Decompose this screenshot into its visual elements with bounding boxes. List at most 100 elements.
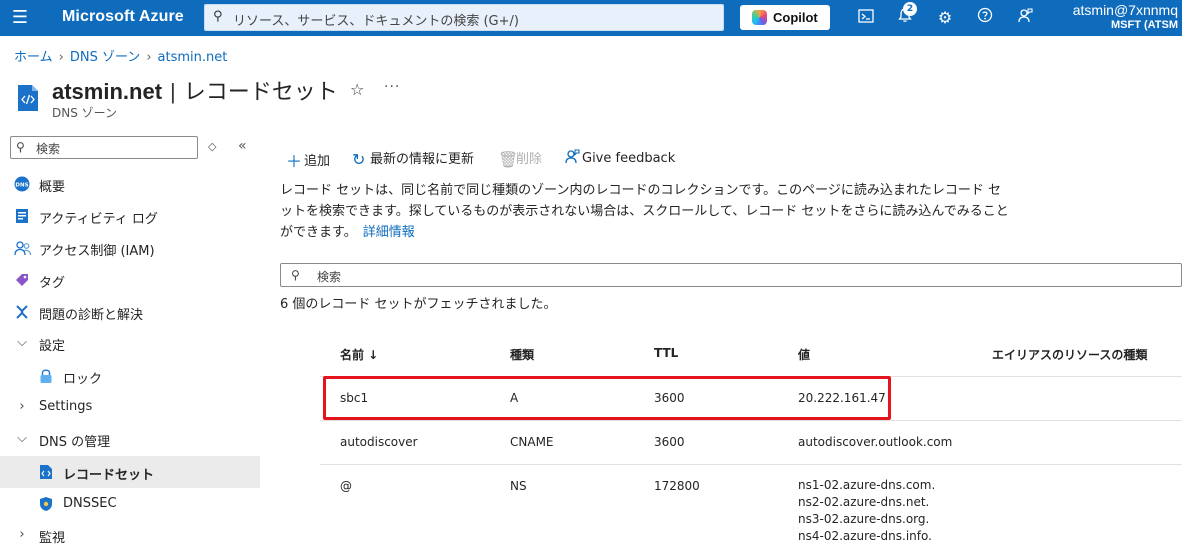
global-search-placeholder: リソース、サービス、ドキュメントの検索 (G+/) <box>233 14 519 29</box>
fetch-count-text: 6 個のレコード セットがフェッチされました。 <box>280 297 557 312</box>
learn-more-link[interactable]: 詳細情報 <box>363 225 415 240</box>
add-label: 追加 <box>304 154 331 169</box>
add-button[interactable]: ＋追加 <box>286 148 330 172</box>
record-set-search-input[interactable]: ⚲ 検索 <box>280 263 1182 287</box>
sidebar-item-diagnose[interactable]: 問題の診断と解決 <box>0 298 260 326</box>
highlight-box <box>323 376 891 420</box>
sidebar-item-label: アクセス制御 (IAM) <box>39 244 155 259</box>
cell-value: ns1-02.azure-dns.com. ns2-02.azure-dns.n… <box>798 477 935 545</box>
description: レコード セットは、同じ名前で同じ種類のゾーン内のレコードのコレクションです。こ… <box>280 180 1010 243</box>
sidebar-item-dnssec[interactable]: DNSSEC <box>0 490 260 518</box>
user-name: atsmin@7xnnmq <box>1072 2 1178 18</box>
page-subtitle: DNS ゾーン <box>52 106 118 120</box>
refresh-icon: ↻ <box>352 150 366 169</box>
record-set-search-placeholder: 検索 <box>317 270 342 284</box>
feedback-icon <box>564 148 582 168</box>
copilot-label: Copilot <box>773 10 818 25</box>
sidebar-group-settings[interactable]: ⌵ 設定 <box>0 329 260 357</box>
cell-ttl: 172800 <box>654 479 700 493</box>
more-options-icon[interactable]: ··· <box>384 79 400 95</box>
chevron-down-icon: ⌵ <box>17 431 27 446</box>
tag-icon <box>14 272 30 288</box>
delete-button[interactable]: 🗑削除 <box>498 148 542 169</box>
cloud-shell-icon[interactable] <box>855 7 877 29</box>
title-separator: | <box>170 79 176 104</box>
cell-type: CNAME <box>510 435 554 449</box>
delete-label: 削除 <box>516 152 543 167</box>
dns-icon: DNS <box>14 176 30 192</box>
sidebar-search-placeholder: 検索 <box>36 142 61 156</box>
breadcrumb-dns-zone[interactable]: DNS ゾーン <box>70 50 140 65</box>
feedback-person-icon[interactable] <box>1014 7 1036 29</box>
brand-title[interactable]: Microsoft Azure <box>62 8 184 26</box>
give-feedback-button[interactable]: Give feedback <box>564 148 675 168</box>
top-bar: ☰ Microsoft Azure ⚲ リソース、サービス、ドキュメントの検索 … <box>0 0 1182 36</box>
column-header-alias-type[interactable]: エイリアスのリソースの種類 <box>992 346 1147 363</box>
value-line: ns2-02.azure-dns.net. <box>798 495 930 509</box>
sidebar-group-dns-management[interactable]: ⌵ DNS の管理 <box>0 425 260 453</box>
sidebar-item-label: 問題の診断と解決 <box>39 308 144 323</box>
cell-name[interactable]: autodiscover <box>340 435 418 449</box>
svg-text:DNS: DNS <box>15 183 28 189</box>
column-header-ttl[interactable]: TTL <box>654 346 678 360</box>
user-account-button[interactable]: atsmin@7xnnmq MSFT (ATSM <box>1073 2 1178 32</box>
search-icon: ⚲ <box>16 140 25 154</box>
cell-ttl: 3600 <box>654 435 685 449</box>
sidebar-item-record-sets[interactable]: レコードセット <box>0 456 260 488</box>
sidebar-item-activity-log[interactable]: アクティビティ ログ <box>0 202 260 230</box>
shield-icon <box>38 496 54 512</box>
sidebar-item-label: ロック <box>63 372 103 387</box>
sidebar-item-lock[interactable]: ロック <box>0 362 260 390</box>
sidebar-item-label: レコードセット <box>63 468 155 483</box>
table-row[interactable]: autodiscover CNAME 3600 autodiscover.out… <box>320 420 1182 464</box>
chevron-right-icon: › <box>58 50 64 65</box>
help-icon[interactable] <box>974 7 996 29</box>
refresh-label: 最新の情報に更新 <box>370 152 475 167</box>
cell-value: autodiscover.outlook.com <box>798 435 953 449</box>
copilot-button[interactable]: Copilot <box>740 5 830 30</box>
lock-icon <box>38 368 54 384</box>
sidebar-item-overview[interactable]: DNS 概要 <box>0 170 260 198</box>
column-header-type[interactable]: 種類 <box>510 346 534 363</box>
chevron-right-icon: › <box>19 527 25 542</box>
breadcrumb: ホーム › DNS ゾーン › atsmin.net <box>14 46 227 65</box>
sidebar-item-label: アクティビティ ログ <box>39 212 158 227</box>
expand-collapse-icon[interactable]: ◇ <box>208 140 216 153</box>
plus-icon: ＋ <box>286 152 303 171</box>
chevron-right-icon: › <box>146 50 152 65</box>
global-search-input[interactable]: ⚲ リソース、サービス、ドキュメントの検索 (G+/) <box>204 4 724 31</box>
search-icon: ⚲ <box>213 9 223 24</box>
wrench-icon <box>14 304 30 320</box>
sidebar-item-access-control[interactable]: アクセス制御 (IAM) <box>0 234 260 262</box>
column-header-value[interactable]: 値 <box>798 346 810 363</box>
sidebar-search-input[interactable]: ⚲ 検索 <box>10 136 198 159</box>
sidebar-group-settings-en[interactable]: › Settings <box>0 393 260 421</box>
search-icon: ⚲ <box>291 268 300 282</box>
favorite-star-icon[interactable]: ☆ <box>350 80 364 99</box>
sidebar-item-label: DNS の管理 <box>39 435 111 450</box>
activity-log-icon <box>14 208 30 224</box>
breadcrumb-zone-name[interactable]: atsmin.net <box>158 50 228 65</box>
sidebar-item-label: 監視 <box>39 531 66 546</box>
breadcrumb-home[interactable]: ホーム <box>14 50 53 65</box>
chevron-right-icon: › <box>19 399 25 414</box>
cell-name[interactable]: @ <box>340 479 352 493</box>
sidebar-item-tags[interactable]: タグ <box>0 266 260 294</box>
sidebar-item-label: タグ <box>39 276 66 291</box>
sidebar-group-monitoring[interactable]: › 監視 <box>0 521 260 549</box>
value-line: ns4-02.azure-dns.info. <box>798 529 932 543</box>
hamburger-menu-icon[interactable]: ☰ <box>10 8 30 28</box>
notifications-badge: 2 <box>903 2 917 16</box>
column-header-name[interactable]: 名前 ↓ <box>340 346 378 363</box>
value-line: ns3-02.azure-dns.org. <box>798 512 930 526</box>
refresh-button[interactable]: ↻ 最新の情報に更新 <box>352 148 474 169</box>
settings-gear-icon[interactable]: ⚙ <box>934 7 956 29</box>
value-line: ns1-02.azure-dns.com. <box>798 478 936 492</box>
feedback-label: Give feedback <box>582 151 676 166</box>
page-title: atsmin.net | レコードセット <box>52 74 338 106</box>
people-icon <box>14 240 32 256</box>
dns-zone-file-icon <box>16 84 40 112</box>
record-set-icon <box>38 464 54 480</box>
collapse-sidebar-icon[interactable]: « <box>238 138 247 154</box>
table-row[interactable]: @ NS 172800 ns1-02.azure-dns.com. ns2-02… <box>320 464 1182 553</box>
